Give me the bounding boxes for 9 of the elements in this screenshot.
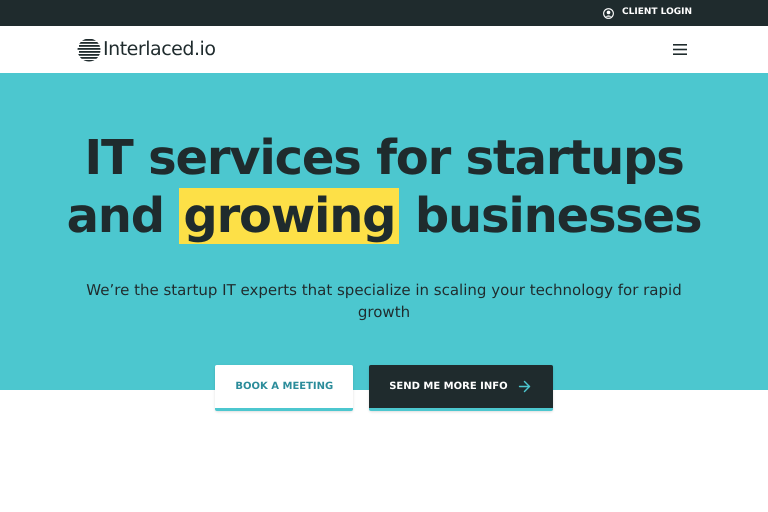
logo[interactable]: Interlaced.io	[77, 35, 216, 64]
more-info-button[interactable]: SEND ME MORE INFO	[369, 365, 553, 411]
menu-icon	[673, 44, 687, 55]
user-icon	[603, 8, 614, 18]
hero-subtitle: We’re the startup IT experts that specialize in scaling your technology for rapid growth	[85, 280, 683, 323]
logo-icon	[77, 38, 101, 62]
hero-title: IT services for startups and growing businesses	[66, 129, 702, 245]
client-login-link[interactable]: CLIENT LOGIN	[603, 6, 692, 20]
book-meeting-button[interactable]: BOOK A MEETING	[215, 365, 354, 411]
